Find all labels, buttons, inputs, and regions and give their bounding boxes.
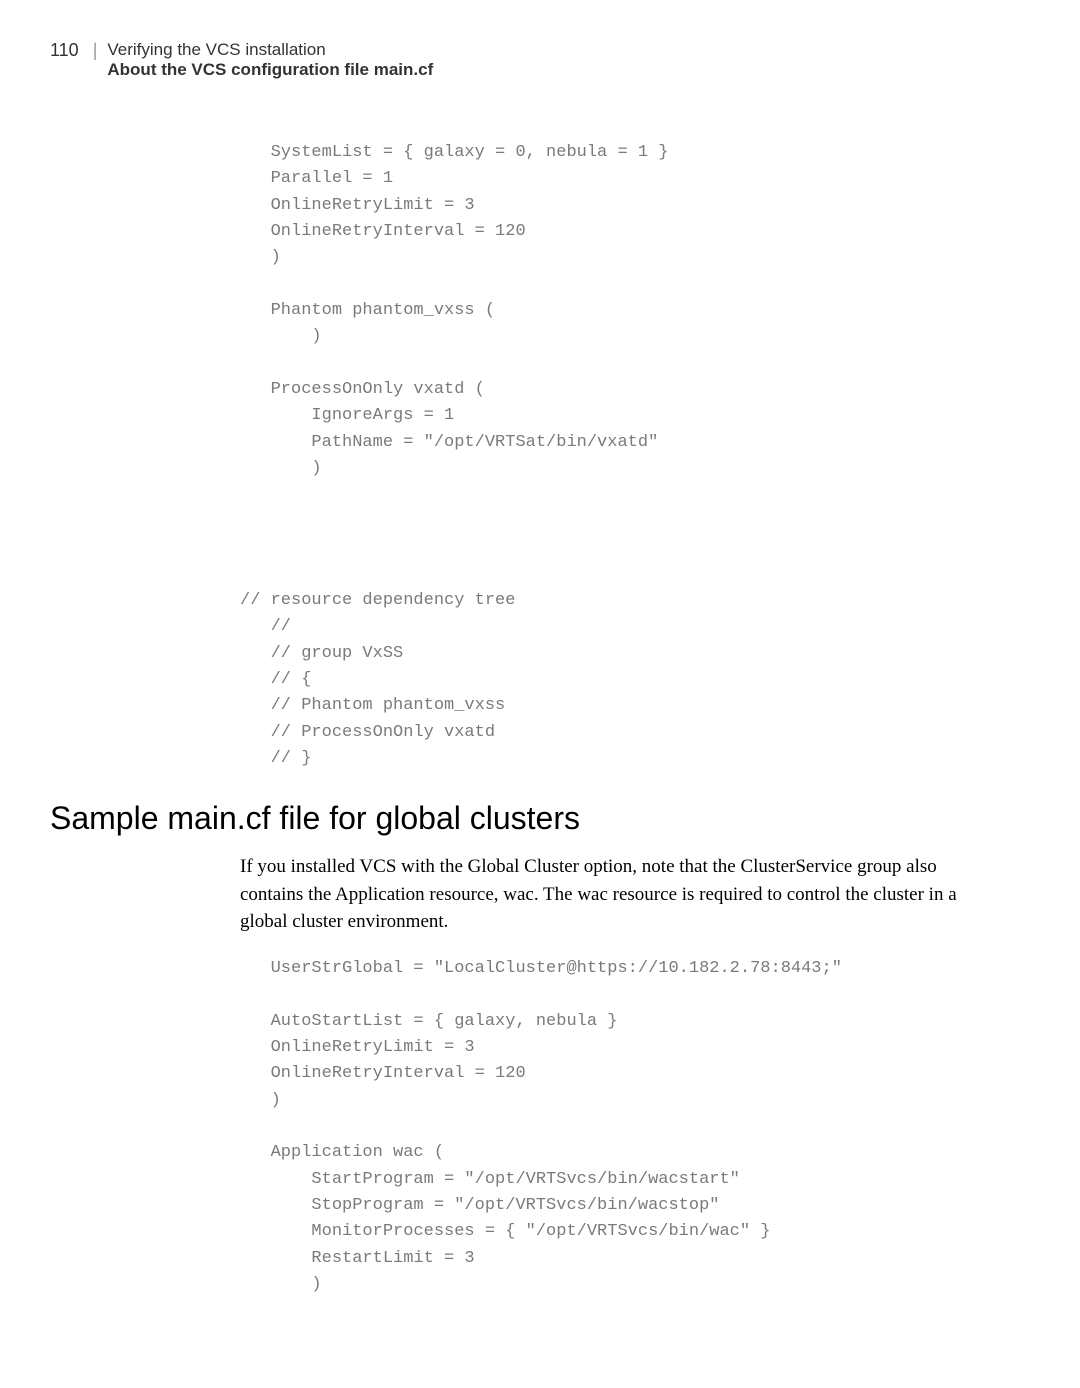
code-block-1: SystemList = { galaxy = 0, nebula = 1 } … — [240, 140, 1020, 772]
header-subtitle: About the VCS configuration file main.cf — [107, 60, 433, 80]
section-heading: Sample main.cf file for global clusters — [50, 800, 1020, 837]
page-header: 110 | Verifying the VCS installation Abo… — [50, 40, 1020, 80]
code-block-2: UserStrGlobal = "LocalCluster@https://10… — [240, 956, 1020, 1298]
header-title: Verifying the VCS installation — [107, 40, 433, 60]
header-text-block: Verifying the VCS installation About the… — [107, 40, 433, 80]
header-divider: | — [93, 40, 98, 61]
section-paragraph: If you installed VCS with the Global Clu… — [240, 853, 1000, 936]
page-number: 110 — [50, 40, 79, 61]
